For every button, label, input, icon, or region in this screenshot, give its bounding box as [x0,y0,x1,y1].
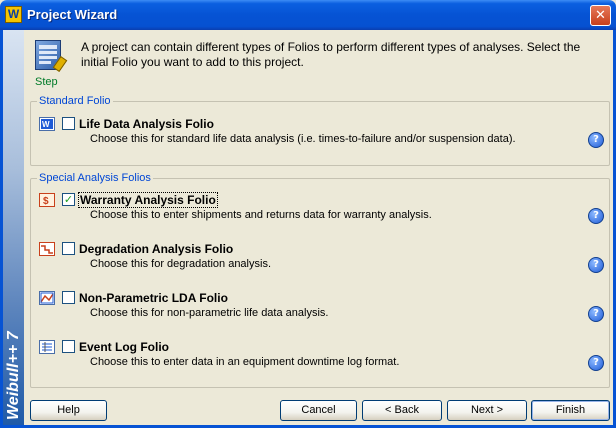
warranty-checkbox[interactable]: ✓ [62,193,75,206]
help-button[interactable]: Help [30,400,107,421]
app-icon[interactable]: W [5,6,22,23]
event-log-icon [39,340,55,354]
option-degradation-analysis[interactable]: Degradation Analysis Folio Choose this f… [31,240,609,280]
life-data-title[interactable]: Life Data Analysis Folio [79,117,214,131]
non-parametric-title[interactable]: Non-Parametric LDA Folio [79,291,228,305]
option-warranty-analysis[interactable]: $ ✓ Warranty Analysis Folio Choose this … [31,191,609,231]
svg-text:$: $ [43,196,49,206]
non-parametric-help-icon[interactable]: ? [588,306,604,322]
life-data-icon: W [39,117,55,131]
degradation-description: Choose this for degradation analysis. [90,258,271,270]
step-wizard-icon [35,40,68,73]
option-non-parametric-lda[interactable]: Non-Parametric LDA Folio Choose this for… [31,289,609,329]
back-button[interactable]: < Back [362,400,442,421]
standard-folio-legend: Standard Folio [37,95,113,107]
title-bar[interactable]: W Project Wizard ✕ [0,0,616,30]
option-life-data-analysis[interactable]: W Life Data Analysis Folio Choose this f… [31,115,609,155]
life-data-help-icon[interactable]: ? [588,132,604,148]
event-log-help-icon[interactable]: ? [588,355,604,371]
non-parametric-icon [39,291,55,305]
finish-button[interactable]: Finish [531,400,610,421]
warranty-help-icon[interactable]: ? [588,208,604,224]
warranty-description: Choose this to enter shipments and retur… [90,209,432,221]
option-event-log[interactable]: Event Log Folio Choose this to enter dat… [31,338,609,378]
standard-folio-group: Standard Folio W Life Data Analysis Foli… [30,95,610,166]
header-description: A project can contain different types of… [81,40,581,69]
degradation-title[interactable]: Degradation Analysis Folio [79,242,233,256]
degradation-checkbox[interactable] [62,242,75,255]
non-parametric-description: Choose this for non-parametric life data… [90,307,329,319]
special-folios-legend: Special Analysis Folios [37,172,153,184]
step-label: Step [35,76,58,88]
svg-text:W: W [42,120,50,129]
warranty-title[interactable]: Warranty Analysis Folio [78,192,218,208]
side-banner-text: Weibull++ 7 [5,331,22,420]
life-data-checkbox[interactable] [62,117,75,130]
special-folios-group: Special Analysis Folios $ ✓ Warranty Ana… [30,172,610,388]
window-title: Project Wizard [27,7,118,22]
event-log-checkbox[interactable] [62,340,75,353]
degradation-icon [39,242,55,256]
cancel-button[interactable]: Cancel [280,400,357,421]
non-parametric-checkbox[interactable] [62,291,75,304]
degradation-help-icon[interactable]: ? [588,257,604,273]
event-log-title[interactable]: Event Log Folio [79,340,169,354]
next-button[interactable]: Next > [447,400,527,421]
close-button[interactable]: ✕ [590,5,611,26]
event-log-description: Choose this to enter data in an equipmen… [90,356,400,368]
warranty-icon: $ [39,193,55,207]
life-data-description: Choose this for standard life data analy… [90,133,516,145]
